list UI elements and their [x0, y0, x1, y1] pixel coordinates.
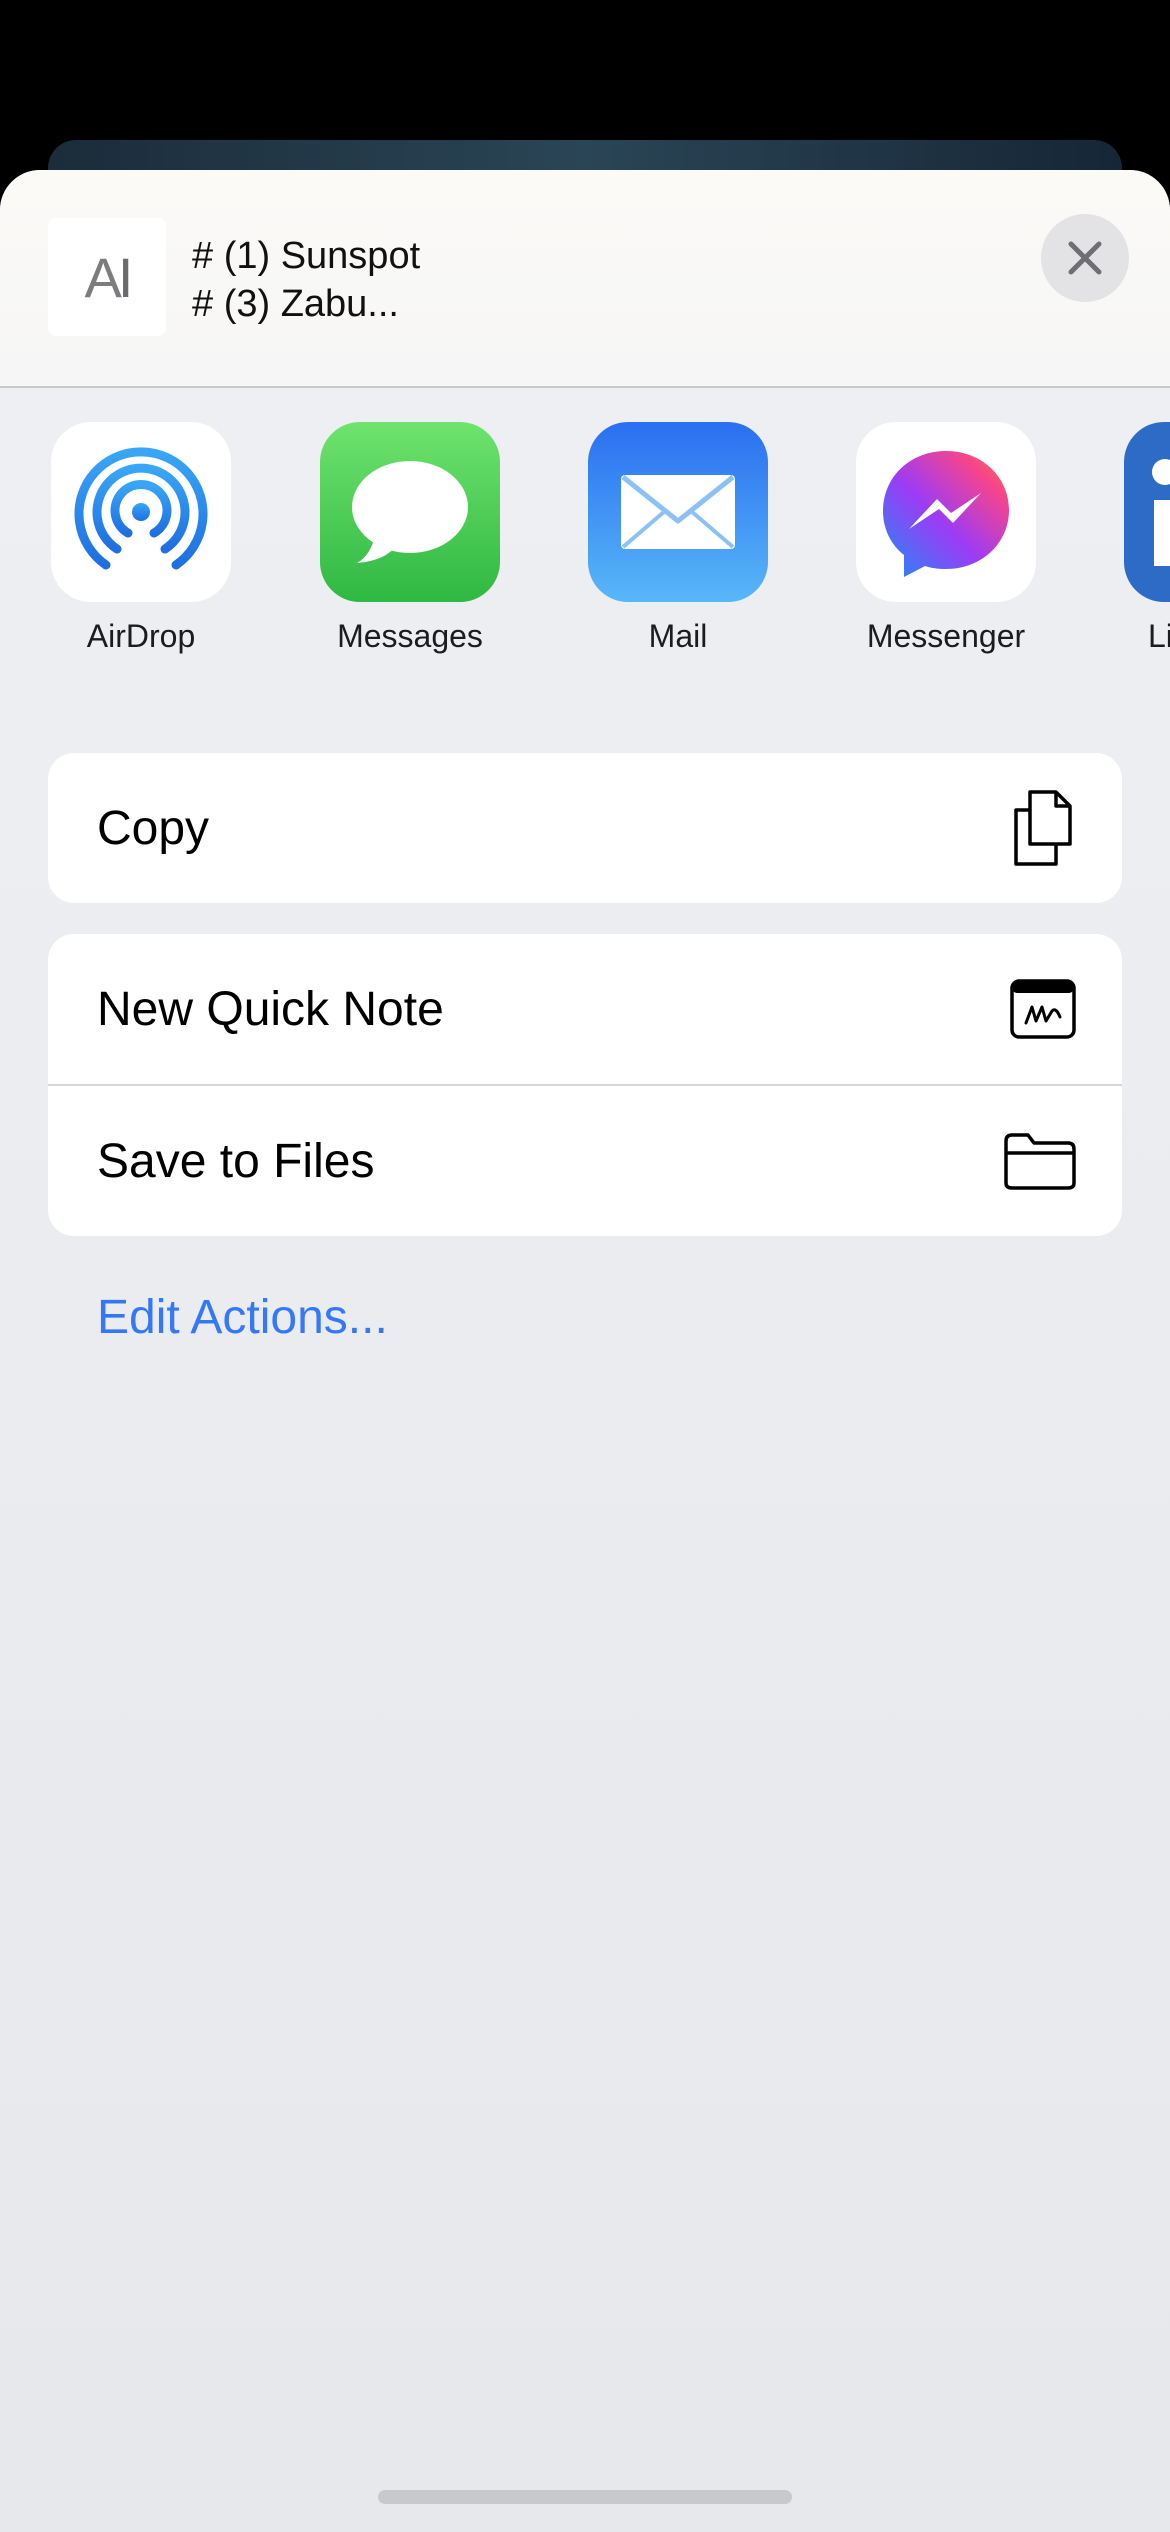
share-app-linkedin[interactable]: Li	[1124, 422, 1170, 655]
mail-icon	[588, 422, 768, 602]
quick-note-icon	[1008, 977, 1078, 1041]
preview-thumbnail: AI	[48, 218, 166, 336]
messenger-icon	[856, 422, 1036, 602]
new-quick-note-label: New Quick Note	[97, 982, 444, 1036]
share-app-label: Messages	[337, 618, 483, 654]
new-quick-note-action[interactable]: New Quick Note	[48, 934, 1122, 1084]
linkedin-icon	[1124, 422, 1170, 602]
copy-icon	[1008, 788, 1078, 868]
preview-line-2: # (3) Zabu...	[192, 283, 399, 325]
save-to-files-label: Save to Files	[97, 1134, 375, 1188]
share-app-messages[interactable]: Messages	[320, 422, 500, 655]
share-app-label: Li	[1148, 618, 1170, 654]
preview-line-1: # (1) Sunspot	[192, 235, 421, 277]
copy-action[interactable]: Copy	[48, 753, 1122, 903]
share-sheet-screen: AI # (1) Sunspot # (3) Zabu... AirDrop M…	[0, 0, 1170, 2532]
close-icon	[1068, 241, 1102, 275]
share-app-label: Messenger	[866, 618, 1026, 654]
preview-title: # (1) Sunspot # (3) Zabu...	[192, 232, 420, 328]
close-button[interactable]	[1041, 214, 1129, 302]
share-app-label: Mail	[648, 618, 708, 654]
airdrop-icon	[51, 422, 231, 602]
edit-actions-link[interactable]: Edit Actions...	[97, 1290, 388, 1345]
share-sheet: AI # (1) Sunspot # (3) Zabu... AirDrop M…	[0, 170, 1170, 2532]
share-app-airdrop[interactable]: AirDrop	[51, 422, 231, 655]
share-app-mail[interactable]: Mail	[588, 422, 768, 655]
share-apps-row: AirDrop Messages Mail Messenger Li	[0, 422, 1170, 682]
actions-card: New Quick Note Save to Files	[48, 934, 1122, 1236]
home-indicator[interactable]	[378, 2490, 792, 2504]
folder-icon	[1002, 1131, 1078, 1191]
share-sheet-header: AI # (1) Sunspot # (3) Zabu...	[0, 170, 1170, 388]
text-cursor-icon: I	[117, 245, 133, 309]
copy-card: Copy	[48, 753, 1122, 903]
messages-icon	[320, 422, 500, 602]
thumbnail-text: A	[84, 245, 122, 309]
copy-label: Copy	[97, 801, 210, 855]
share-app-label: AirDrop	[86, 618, 196, 654]
share-app-messenger[interactable]: Messenger	[856, 422, 1036, 655]
save-to-files-action[interactable]: Save to Files	[48, 1086, 1122, 1236]
